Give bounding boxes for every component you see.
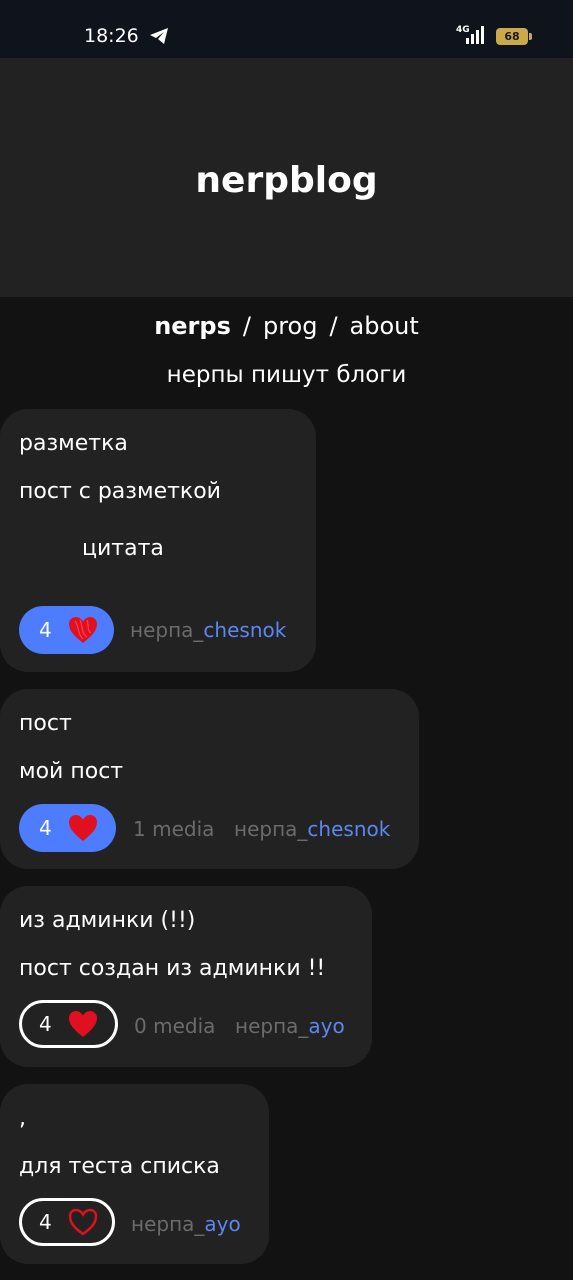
like-button[interactable]: 4 xyxy=(19,1198,115,1246)
post-author[interactable]: нерпа_ayo xyxy=(131,1212,241,1236)
author-name: ayo xyxy=(204,1212,241,1236)
like-button[interactable]: 4 xyxy=(19,1000,118,1048)
post-quote: цитата xyxy=(82,536,164,561)
battery-tip xyxy=(529,33,532,40)
like-count: 4 xyxy=(39,1210,52,1234)
author-name: chesnok xyxy=(203,618,287,642)
post-title: из админки (!!) xyxy=(19,908,196,933)
telegram-icon xyxy=(150,28,168,44)
heart-icon xyxy=(69,617,97,643)
post-title: разметка xyxy=(19,431,128,456)
author-prefix: нерпа_ xyxy=(130,618,204,642)
heart-icon xyxy=(69,815,97,841)
heart-icon xyxy=(69,1011,97,1037)
like-button[interactable]: 4 xyxy=(19,606,114,654)
post-title: , xyxy=(19,1106,26,1131)
post-body: пост с разметкой xyxy=(19,479,221,504)
author-name: ayo xyxy=(308,1014,345,1038)
post-author[interactable]: нерпа_chesnok xyxy=(130,618,286,642)
post-author[interactable]: нерпа_ayo xyxy=(235,1014,345,1038)
nav-separator: / xyxy=(242,312,251,340)
tagline: нерпы пишут блоги xyxy=(166,362,407,388)
post-title: пост xyxy=(19,711,72,736)
post-body: для теста списка xyxy=(19,1154,220,1179)
post-card[interactable]: , для теста списка 4 нерпа_ayo xyxy=(0,1084,269,1264)
author-prefix: нерпа_ xyxy=(234,817,308,841)
like-count: 4 xyxy=(39,618,52,642)
post-body: пост создан из админки !! xyxy=(19,956,326,981)
nav-item-nerps[interactable]: nerps xyxy=(154,312,231,340)
post-card[interactable]: из админки (!!) пост создан из админки !… xyxy=(0,886,372,1067)
author-prefix: нерпа_ xyxy=(235,1014,309,1038)
author-name: chesnok xyxy=(307,817,391,841)
like-button[interactable]: 4 xyxy=(19,804,116,852)
post-author[interactable]: нерпа_chesnok xyxy=(234,817,390,841)
nav-item-about[interactable]: about xyxy=(350,312,419,340)
media-count: 1 media xyxy=(133,817,215,841)
nav-bar: nerps / prog / about xyxy=(0,312,573,340)
nav-item-prog[interactable]: prog xyxy=(263,312,318,340)
like-count: 4 xyxy=(39,816,52,840)
author-prefix: нерпа_ xyxy=(131,1212,205,1236)
post-body: мой пост xyxy=(19,759,124,784)
battery-level: 68 xyxy=(504,30,520,43)
nav-separator: / xyxy=(329,312,338,340)
battery-icon: 68 xyxy=(496,28,528,45)
status-time: 18:26 xyxy=(84,25,139,47)
status-bar: 18:26 4G 68 xyxy=(0,0,573,58)
like-count: 4 xyxy=(39,1012,52,1036)
heart-outline-icon xyxy=(68,1208,98,1236)
site-header: nerpblog xyxy=(0,58,573,297)
signal-icon xyxy=(466,26,484,44)
post-card[interactable]: пост мой пост 4 1 media нерпа_chesnok xyxy=(0,689,419,869)
site-title[interactable]: nerpblog xyxy=(195,160,377,201)
media-count: 0 media xyxy=(134,1014,216,1038)
post-card[interactable]: разметка пост с разметкой цитата 4 нерпа… xyxy=(0,409,316,672)
